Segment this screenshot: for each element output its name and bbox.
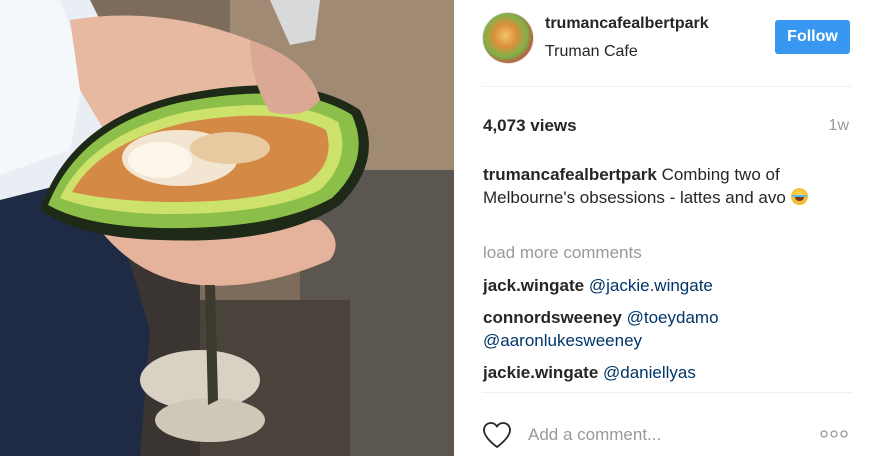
comment-mention[interactable]: @toeydamo [627,308,719,327]
header-divider [482,86,852,87]
post-time[interactable]: 1w [829,117,849,135]
comment-mention[interactable]: @aaronlukesweeney [483,331,642,350]
more-options-icon[interactable] [819,429,849,439]
comment-username[interactable]: connordsweeney [483,308,622,327]
comment-username[interactable]: jackie.wingate [483,363,598,382]
avatar[interactable] [482,12,534,64]
views-count[interactable]: 4,073 views [483,116,577,136]
heart-icon[interactable] [482,421,512,449]
load-more-comments-link[interactable]: load more comments [483,243,642,263]
comment-mention[interactable]: @daniellyas [603,363,696,382]
post-header: trumancafealbertpark Truman Cafe Follow [454,0,869,86]
post-footer [454,407,869,456]
comment-mention[interactable]: @jackie.wingate [589,276,713,295]
caption: trumancafealbertpark Combing two of Melb… [483,163,828,209]
comment-item: jackie.wingate @daniellyas [483,361,828,384]
comment-item: connordsweeney @toeydamo @aaronlukesween… [483,306,828,352]
footer-divider [482,392,852,393]
header-location[interactable]: Truman Cafe [545,43,638,61]
header-username[interactable]: trumancafealbertpark [545,15,709,33]
comment-username[interactable]: jack.wingate [483,276,584,295]
add-comment-input[interactable] [528,423,768,447]
caption-username[interactable]: trumancafealbertpark [483,165,657,184]
comment-item: jack.wingate @jackie.wingate [483,274,828,297]
follow-button[interactable]: Follow [775,20,850,54]
post-details-panel: trumancafealbertpark Truman Cafe Follow … [454,0,869,456]
tears-of-joy-emoji-icon [790,188,808,205]
post-photo[interactable] [0,0,454,456]
avocado-latte-photo [0,0,454,456]
